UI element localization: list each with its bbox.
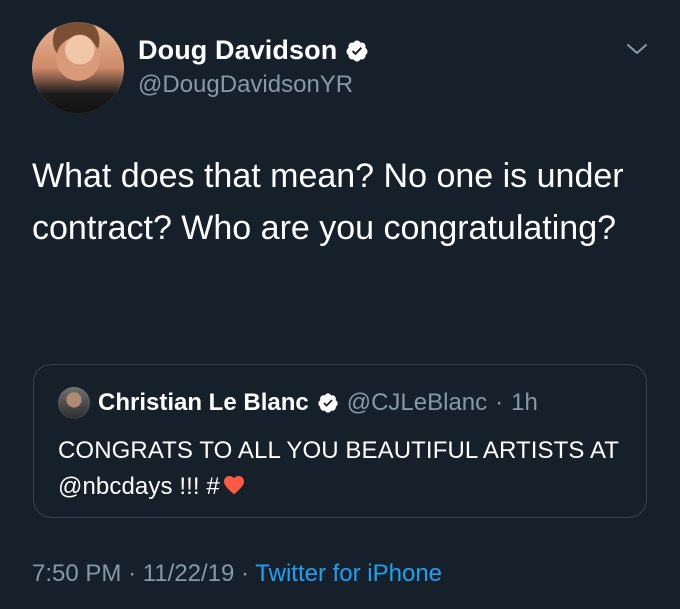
quoted-verified-badge-icon	[318, 393, 338, 413]
quoted-display-name[interactable]: Christian Le Blanc	[98, 389, 309, 417]
quoted-avatar[interactable]	[58, 387, 90, 419]
quoted-text: CONGRATS TO ALL YOU BEAUTIFUL ARTISTS AT…	[58, 433, 628, 505]
quoted-handle[interactable]: @CJLeBlanc	[347, 389, 487, 417]
tweet-source-link[interactable]: Twitter for iPhone	[255, 560, 442, 587]
tweet-text: What does that mean? No one is under con…	[32, 157, 624, 248]
author-handle[interactable]: @DougDavidsonYR	[138, 71, 369, 99]
display-name-row: Doug Davidson	[138, 35, 369, 66]
tweet-metadata: 7:50 PM · 11/22/19 · Twitter for iPhone	[32, 560, 442, 588]
heart-icon	[223, 476, 244, 495]
tweet-header: Doug Davidson @DougDavidsonYR	[32, 22, 369, 114]
verified-badge-icon	[346, 40, 368, 61]
tweet-date[interactable]: 11/22/19	[143, 560, 235, 587]
chevron-down-icon[interactable]	[626, 42, 648, 56]
meta-separator-1: ·	[128, 560, 137, 587]
tweet-time[interactable]: 7:50 PM	[32, 560, 121, 587]
author-display-name[interactable]: Doug Davidson	[138, 35, 337, 66]
quoted-time[interactable]: 1h	[511, 389, 538, 417]
quoted-separator: ·	[495, 389, 504, 416]
author-names: Doug Davidson @DougDavidsonYR	[138, 35, 369, 99]
tweet-card: Doug Davidson @DougDavidsonYR What does …	[0, 0, 680, 609]
quoted-tweet[interactable]: Christian Le Blanc @CJLeBlanc · 1h CONGR…	[33, 364, 647, 518]
avatar[interactable]	[32, 22, 124, 114]
quoted-tweet-header: Christian Le Blanc @CJLeBlanc · 1h	[58, 387, 538, 419]
meta-separator-2: ·	[241, 560, 250, 587]
quoted-text-content: CONGRATS TO ALL YOU BEAUTIFUL ARTISTS AT…	[58, 437, 619, 500]
